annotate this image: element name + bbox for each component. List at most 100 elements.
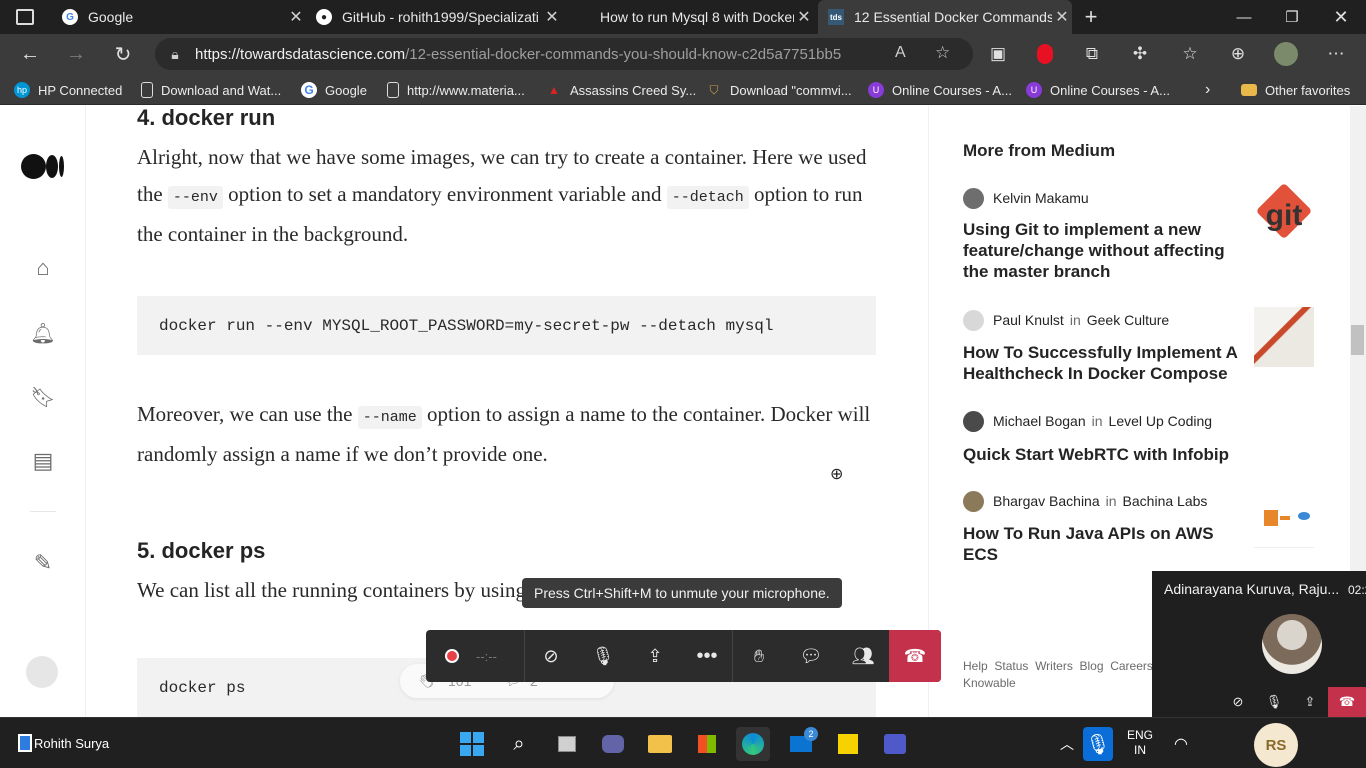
tab-actions-icon[interactable] xyxy=(16,9,34,25)
story-author[interactable]: Bhargav Bachina in Bachina Labs xyxy=(963,490,1207,512)
hang-up-button[interactable]: ☎︎ xyxy=(1328,687,1366,717)
restore-button[interactable]: ❐ xyxy=(1269,0,1315,34)
teams-chat-icon[interactable] xyxy=(596,727,630,761)
back-icon[interactable]: ← xyxy=(14,38,46,70)
footer-link[interactable]: Blog xyxy=(1080,659,1104,673)
close-tab-icon[interactable]: ✕ xyxy=(286,7,306,27)
teams-record-icon[interactable] xyxy=(1029,38,1061,70)
taskbar-user[interactable]: Rohith Surya xyxy=(18,734,109,752)
minimize-button[interactable]: — xyxy=(1221,0,1267,34)
write-icon[interactable]: ✎ xyxy=(28,548,58,578)
extensions-icon[interactable]: ✣ xyxy=(1124,38,1156,70)
favorite-other-favorites[interactable]: Other favorites xyxy=(1241,75,1350,105)
scrollbar-thumb[interactable] xyxy=(1351,325,1364,355)
page-icon xyxy=(141,82,153,98)
recommended-story[interactable]: Bhargav Bachina in Bachina Labs How To Run… xyxy=(963,488,1323,570)
story-title[interactable]: How To Run Java APIs on AWS ECS xyxy=(963,523,1238,565)
profile-avatar[interactable] xyxy=(1270,38,1302,70)
recommended-story[interactable]: Paul Knulst in Geek Culture How To Success… xyxy=(963,307,1323,389)
camera-off-icon[interactable]: ⊘ xyxy=(1220,687,1256,717)
bookmarks-icon[interactable]: 🔖︎ xyxy=(28,382,58,412)
close-tab-icon[interactable]: ✕ xyxy=(794,7,814,27)
more-actions-icon[interactable]: ••• xyxy=(681,630,733,682)
microphone-icon[interactable]: 🎙︎ xyxy=(1083,727,1113,761)
recommended-story[interactable]: Kelvin Makamu Using Git to implement a n… xyxy=(963,182,1323,287)
home-icon[interactable]: ⌂ xyxy=(28,253,58,283)
story-thumbnail[interactable] xyxy=(1254,488,1314,548)
chat-icon[interactable]: 💬︎ xyxy=(785,630,837,682)
favorite-hp-connected[interactable]: hp HP Connected xyxy=(14,75,122,105)
file-explorer-icon[interactable] xyxy=(643,727,677,761)
favorite-download[interactable]: Download and Wat... xyxy=(141,75,281,105)
tab-docker-commands[interactable]: tds 12 Essential Docker Commands Y ✕ xyxy=(818,0,1072,34)
forward-icon[interactable]: → xyxy=(60,38,92,70)
collections-add-icon[interactable]: ⊕ xyxy=(1222,38,1254,70)
story-author[interactable]: Michael Bogan in Level Up Coding xyxy=(963,410,1212,432)
medium-logo[interactable] xyxy=(21,154,65,180)
read-aloud-icon[interactable]: A xyxy=(895,44,906,62)
mail-icon[interactable]: 2 xyxy=(784,727,818,761)
raise-hand-icon[interactable]: ✋︎ xyxy=(733,630,785,682)
footer-link[interactable]: Writers xyxy=(1035,659,1073,673)
story-thumbnail[interactable] xyxy=(1254,307,1314,367)
close-tab-icon[interactable]: ✕ xyxy=(542,7,562,27)
wifi-icon[interactable]: ◠ xyxy=(1164,727,1198,761)
footer-link[interactable]: Help xyxy=(963,659,988,673)
story-author[interactable]: Kelvin Makamu xyxy=(963,187,1089,209)
favorite-assassins-creed[interactable]: ▲ Assassins Creed Sy... xyxy=(546,75,696,105)
sticky-notes-icon[interactable] xyxy=(831,727,865,761)
user-avatar[interactable] xyxy=(26,656,58,688)
favorite-online-courses-2[interactable]: U Online Courses - A... xyxy=(1026,75,1170,105)
teams-icon[interactable] xyxy=(878,727,912,761)
favorite-commvault[interactable]: ⛉ Download "commvi... xyxy=(706,75,851,105)
story-thumbnail[interactable]: git xyxy=(1254,182,1314,247)
code-block-docker-run: docker run --env MYSQL_ROOT_PASSWORD=my-… xyxy=(137,296,876,355)
more-menu-icon[interactable]: ⋯ xyxy=(1320,38,1352,70)
favorites-icon[interactable]: ☆ xyxy=(1174,38,1206,70)
notifications-icon[interactable]: 🔔︎ xyxy=(28,318,58,348)
collections-icon[interactable]: ⧉ xyxy=(1076,38,1108,70)
story-title[interactable]: Using Git to implement a new feature/cha… xyxy=(963,219,1233,282)
close-tab-icon[interactable]: ✕ xyxy=(1052,7,1072,27)
search-icon[interactable]: ⌕ xyxy=(502,727,536,761)
stories-icon[interactable]: ▤ xyxy=(28,446,58,476)
article-body: 4. docker run Alright, now that we have … xyxy=(137,106,877,717)
story-title[interactable]: How To Successfully Implement A Healthch… xyxy=(963,342,1238,384)
participants-icon[interactable]: 👥︎ xyxy=(837,630,889,682)
footer-link[interactable]: Careers xyxy=(1110,659,1153,673)
footer-link[interactable]: Knowable xyxy=(963,676,1016,690)
refresh-icon[interactable]: ↻ xyxy=(107,38,139,70)
chevron-right-icon[interactable]: › xyxy=(1205,75,1210,105)
close-window-button[interactable]: ✕ xyxy=(1318,0,1364,34)
lock-icon[interactable]: 🔒︎ xyxy=(155,46,195,63)
user-initials-badge[interactable]: RS xyxy=(1254,723,1298,767)
language-indicator[interactable]: ENG IN xyxy=(1127,728,1153,758)
edge-icon[interactable] xyxy=(736,727,770,761)
start-icon[interactable] xyxy=(455,727,489,761)
new-tab-button[interactable]: + xyxy=(1078,4,1104,30)
screen-icon[interactable]: ▣ xyxy=(982,38,1014,70)
add-favorite-icon[interactable]: ☆ xyxy=(935,43,950,63)
favorite-google[interactable]: G Google xyxy=(301,75,367,105)
tab-google[interactable]: G Google ✕ xyxy=(56,0,306,34)
store-icon[interactable] xyxy=(690,727,724,761)
footer-link[interactable]: Status xyxy=(994,659,1028,673)
tray-chevron-icon[interactable]: ︿ xyxy=(1050,727,1084,761)
mic-muted-icon[interactable]: 🎙︎ xyxy=(1256,687,1292,717)
favorite-online-courses-1[interactable]: U Online Courses - A... xyxy=(868,75,1012,105)
tab-mysql[interactable]: How to run Mysql 8 with Docker ✕ xyxy=(568,0,814,34)
task-view-icon[interactable] xyxy=(550,727,584,761)
record-button[interactable] xyxy=(426,630,478,682)
share-screen-icon[interactable]: ⇪ xyxy=(629,630,681,682)
story-author[interactable]: Paul Knulst in Geek Culture xyxy=(963,309,1169,331)
address-bar[interactable]: 🔒︎ https://towardsdatascience.com/12-ess… xyxy=(155,38,973,70)
recommended-story[interactable]: Michael Bogan in Level Up Coding Quick Sta… xyxy=(963,410,1323,470)
tab-github[interactable]: ● GitHub - rohith1999/Specializati ✕ xyxy=(312,0,562,34)
story-title[interactable]: Quick Start WebRTC with Infobip xyxy=(963,444,1253,465)
hang-up-button[interactable]: ☎︎ xyxy=(889,630,941,682)
camera-off-icon[interactable]: ⊘ xyxy=(525,630,577,682)
mic-muted-icon[interactable]: 🎙︎ xyxy=(577,630,629,682)
share-screen-icon[interactable]: ⇪ xyxy=(1292,687,1328,717)
favorite-materia[interactable]: http://www.materia... xyxy=(387,75,525,105)
url-text[interactable]: https://towardsdatascience.com/12-essent… xyxy=(195,46,841,63)
